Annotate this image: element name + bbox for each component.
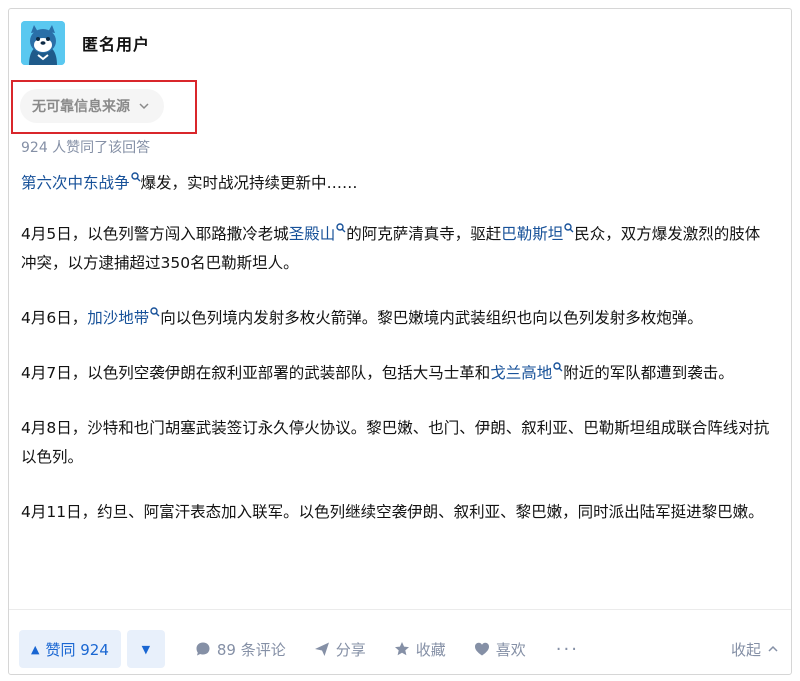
search-icon	[336, 223, 346, 233]
paragraph-apr11: 4月11日，约旦、阿富汗表态加入联军。以色列继续空袭伊朗、叙利亚、黎巴嫩，同时派…	[21, 503, 764, 521]
topic-link[interactable]: 戈兰高地	[490, 364, 552, 382]
author-header: 匿名用户	[21, 21, 150, 65]
search-icon	[130, 172, 141, 182]
paragraph-text: 4月7日，以色列空袭伊朗在叙利亚部署的武装部队，包括大马士革和	[21, 364, 491, 382]
comments-button[interactable]: 89 条评论	[195, 639, 286, 660]
action-bar: ▲ 赞同 924 ▼ 89 条评论 分享 收藏 喜欢 ··· 收起	[19, 630, 779, 668]
triangle-up-icon: ▲	[31, 642, 40, 656]
share-label: 分享	[335, 640, 366, 659]
heart-icon	[474, 642, 489, 656]
like-label: 喜欢	[495, 640, 526, 659]
answer-content: 第六次中东战争 爆发，实时战况持续更新中…… 4月5日，以色列警方闯入耶路撒冷老城…	[21, 169, 773, 553]
upvote-label: 赞同 924	[45, 640, 109, 659]
collapse-label: 收起	[730, 640, 761, 659]
paragraph-text: 爆发，实时战况持续更新中……	[140, 174, 358, 192]
anonymous-avatar-icon	[21, 21, 65, 65]
author-name[interactable]: 匿名用户	[82, 31, 150, 55]
collapse-button[interactable]: 收起	[731, 639, 779, 660]
topic-link[interactable]: 加沙地带	[87, 309, 149, 327]
upvote-button[interactable]: ▲ 赞同 924	[19, 630, 121, 668]
comment-icon	[196, 642, 210, 656]
search-icon	[564, 223, 574, 233]
paragraph-text: 附近的军队都遭到袭击。	[563, 364, 734, 382]
paragraph-apr5: 4月5日，以色列警方闯入耶路撒冷老城圣殿山 的阿克萨清真寺，驱赶巴勒斯坦 民众，双方…	[21, 220, 773, 278]
paragraph-text: 的阿克萨清真寺，驱赶	[346, 225, 502, 243]
paragraph-apr6: 4月6日，加沙地带 向以色列境内发射多枚火箭弹。黎巴嫩境内武装组织也向以色列发射多…	[21, 304, 773, 333]
chevron-up-icon	[768, 645, 778, 652]
avatar[interactable]	[21, 21, 65, 65]
source-tag-label: 无可靠信息来源	[32, 99, 130, 115]
star-icon	[394, 642, 409, 656]
topic-link[interactable]: 圣殿山	[289, 225, 336, 243]
downvote-button[interactable]: ▼	[126, 630, 165, 668]
paragraph-text: 4月6日，	[21, 309, 88, 327]
topic-link[interactable]: 巴勒斯坦	[501, 225, 563, 243]
like-button[interactable]: 喜欢	[474, 639, 526, 660]
share-button[interactable]: 分享	[314, 639, 366, 660]
comments-label: 89 条评论	[216, 640, 286, 659]
paragraph-text: 向以色列境内发射多枚火箭弹。黎巴嫩境内武装组织也向以色列发射多枚炮弹。	[160, 309, 703, 327]
more-options-button[interactable]: ···	[556, 639, 579, 660]
paragraph-intro: 第六次中东战争 爆发，实时战况持续更新中……	[21, 169, 773, 198]
triangle-down-icon: ▼	[141, 642, 151, 656]
source-tag-button[interactable]: 无可靠信息来源	[20, 89, 164, 123]
paragraph-text: 4月5日，以色列警方闯入耶路撒冷老城	[21, 225, 289, 243]
favorite-label: 收藏	[415, 640, 446, 659]
search-icon	[553, 362, 563, 372]
topic-link[interactable]: 第六次中东战争	[21, 174, 130, 192]
chevron-down-icon	[139, 103, 149, 110]
paragraph-apr8: 4月8日，沙特和也门胡塞武装签订永久停火协议。黎巴嫩、也门、伊朗、叙利亚、巴勒斯…	[21, 419, 770, 466]
paragraph-apr7: 4月7日，以色列空袭伊朗在叙利亚部署的武装部队，包括大马士革和戈兰高地 附近的军队…	[21, 359, 773, 388]
search-icon	[150, 307, 160, 317]
answer-card: 匿名用户 无可靠信息来源 924 人赞同了该回答 第六次中东战争 爆发，实时战况持…	[8, 8, 792, 675]
share-icon	[314, 642, 329, 656]
vote-count-line: 924 人赞同了该回答	[21, 140, 151, 156]
favorite-button[interactable]: 收藏	[394, 639, 446, 660]
action-bar-divider	[9, 609, 791, 610]
